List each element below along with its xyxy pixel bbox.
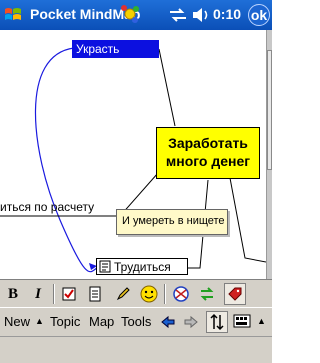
smiley-icon <box>140 285 158 303</box>
menu-new[interactable]: New <box>4 314 30 329</box>
topic-node-marry[interactable]: иться по расчету <box>0 200 94 214</box>
menu-tools[interactable]: Tools <box>121 314 151 329</box>
keyboard-button[interactable] <box>232 311 254 333</box>
bold-button[interactable]: B <box>2 283 24 305</box>
input-menu-arrow-icon[interactable]: ▲ <box>257 316 266 326</box>
pencil-icon <box>116 287 130 301</box>
tag-button[interactable] <box>224 283 246 305</box>
topic-node-steal[interactable]: Украсть <box>72 40 159 58</box>
sort-button[interactable] <box>206 311 228 333</box>
checkbox-button[interactable] <box>58 283 80 305</box>
swap-button[interactable] <box>196 283 218 305</box>
notes-icon <box>89 286 101 302</box>
topic-note-tooltip: И умереть в нищете <box>116 209 228 235</box>
ok-button[interactable]: ok <box>248 4 270 26</box>
volume-icon[interactable] <box>191 6 211 24</box>
windows-start-icon[interactable] <box>3 5 23 25</box>
topic-node-work[interactable]: Трудиться <box>96 258 188 275</box>
mindmap-canvas[interactable]: Украсть Заработать много денег иться по … <box>0 30 266 279</box>
up-down-arrows-icon <box>210 313 224 331</box>
menu-map[interactable]: Map <box>89 314 114 329</box>
title-bar: Pocket MindMap 0:10 ok <box>0 0 272 30</box>
scrollbar-thumb[interactable] <box>267 50 272 170</box>
toolbar-separator <box>53 284 55 304</box>
central-topic-node[interactable]: Заработать много денег <box>156 127 260 179</box>
vertical-scrollbar[interactable] <box>266 30 272 279</box>
node-label: Трудиться <box>114 259 171 274</box>
arrow-right-icon[interactable] <box>183 315 199 329</box>
menu-bar: New ▲ Topic Map Tools ▲ <box>0 307 272 336</box>
connectivity-icon[interactable] <box>168 6 188 24</box>
link-icon <box>173 286 189 302</box>
notes-button[interactable] <box>84 283 106 305</box>
bottom-strip <box>0 336 272 363</box>
central-topic-line2: много денег <box>165 153 251 169</box>
smiley-button[interactable] <box>138 283 160 305</box>
arrow-left-icon[interactable] <box>160 315 176 329</box>
menu-topic[interactable]: Topic <box>50 314 80 329</box>
italic-button[interactable]: I <box>27 283 49 305</box>
link-button[interactable] <box>170 283 192 305</box>
note-document-icon <box>99 260 111 273</box>
checkbox-icon <box>62 287 76 301</box>
pencil-button[interactable] <box>112 283 134 305</box>
central-topic-line1: Заработать <box>168 135 248 151</box>
toolbar-separator <box>164 284 166 304</box>
mindmap-logo-icon <box>121 5 139 23</box>
menu-arrow-up-icon[interactable]: ▲ <box>35 316 44 326</box>
format-toolbar: B I <box>0 279 272 307</box>
tag-icon <box>228 287 242 301</box>
node-label: Украсть <box>76 42 120 56</box>
clock[interactable]: 0:10 <box>213 6 241 22</box>
swap-icon <box>200 287 214 301</box>
keyboard-icon <box>233 314 251 328</box>
